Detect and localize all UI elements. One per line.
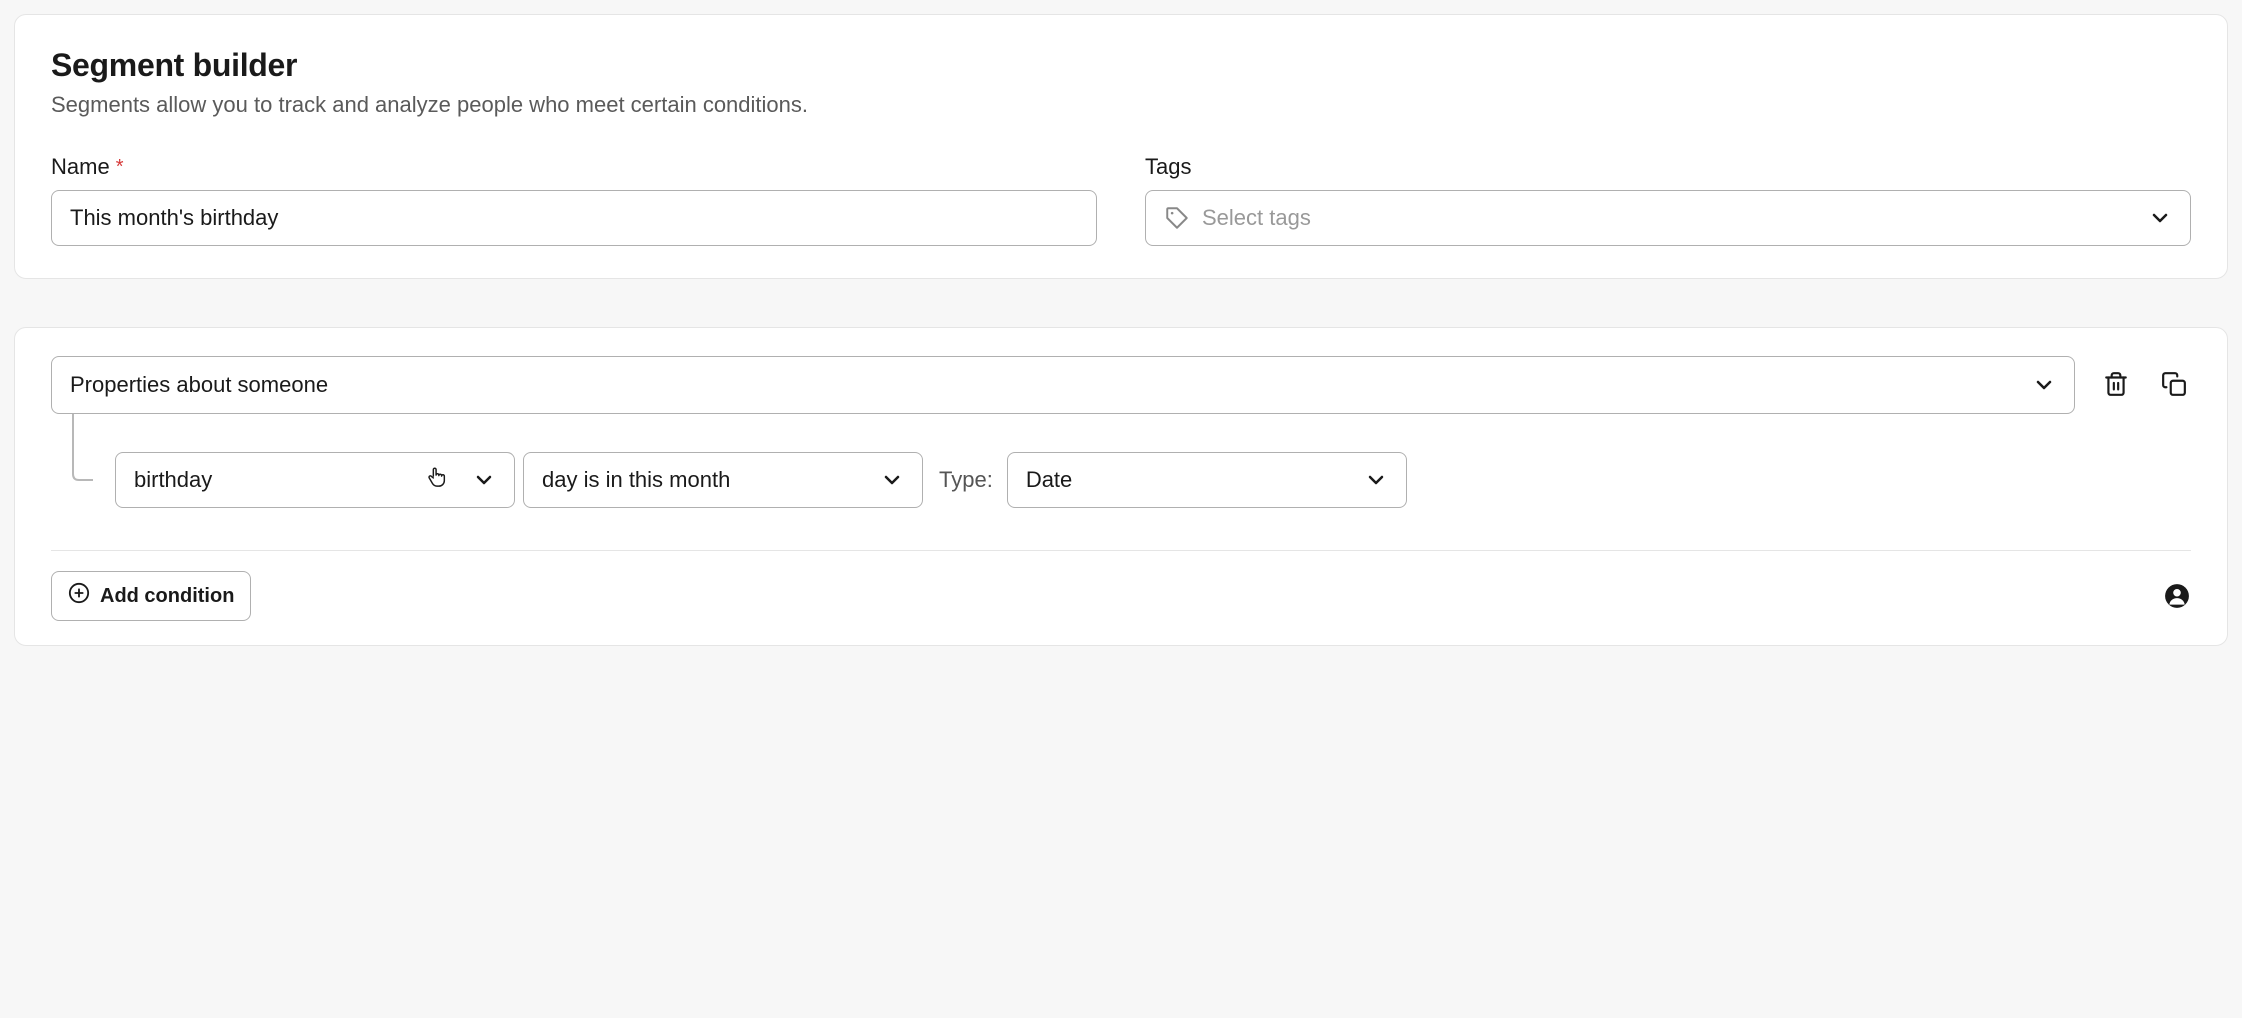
operator-value: day is in this month (542, 467, 730, 493)
name-label: Name * (51, 154, 1097, 180)
type-label: Type: (939, 467, 993, 493)
delete-condition-button[interactable] (2099, 367, 2133, 404)
chevron-down-icon (880, 468, 904, 492)
divider (51, 550, 2191, 551)
data-type-select[interactable]: Date (1007, 452, 1407, 508)
name-input[interactable] (51, 190, 1097, 246)
plus-circle-icon (68, 582, 90, 610)
copy-icon (2161, 371, 2187, 400)
conditions-card: Properties about someone (14, 327, 2228, 646)
condition-type-select[interactable]: Properties about someone (51, 356, 2075, 414)
property-select[interactable]: birthday (115, 452, 515, 508)
tags-placeholder: Select tags (1202, 205, 2136, 231)
pointer-cursor-icon (426, 465, 448, 495)
tags-select[interactable]: Select tags (1145, 190, 2191, 246)
tags-label: Tags (1145, 154, 2191, 180)
property-value: birthday (134, 467, 212, 493)
form-row: Name * Tags Select tags (51, 154, 2191, 246)
chevron-down-icon (1364, 468, 1388, 492)
condition-body: birthday day is in this month (51, 414, 2191, 508)
add-condition-button[interactable]: Add condition (51, 571, 251, 621)
user-avatar-icon[interactable] (2163, 582, 2191, 610)
operator-select[interactable]: day is in this month (523, 452, 923, 508)
condition-type-value: Properties about someone (70, 372, 328, 398)
data-type-value: Date (1026, 467, 1072, 493)
condition-row: Properties about someone (51, 356, 2191, 414)
add-condition-label: Add condition (100, 585, 234, 608)
chevron-down-icon (2148, 206, 2172, 230)
name-label-text: Name (51, 154, 110, 180)
page-title: Segment builder (51, 47, 2191, 84)
tag-icon (1164, 205, 1190, 231)
condition-connector (51, 414, 115, 508)
tags-group: Tags Select tags (1145, 154, 2191, 246)
bottom-row: Add condition (51, 571, 2191, 621)
chevron-down-icon (472, 468, 496, 492)
required-asterisk: * (116, 156, 124, 179)
name-group: Name * (51, 154, 1097, 246)
page-subtitle: Segments allow you to track and analyze … (51, 92, 2191, 118)
segment-builder-header-card: Segment builder Segments allow you to tr… (14, 14, 2228, 279)
sub-selects: birthday day is in this month (115, 416, 2191, 508)
chevron-down-icon (2032, 373, 2056, 397)
trash-icon (2103, 371, 2129, 400)
duplicate-condition-button[interactable] (2157, 367, 2191, 404)
